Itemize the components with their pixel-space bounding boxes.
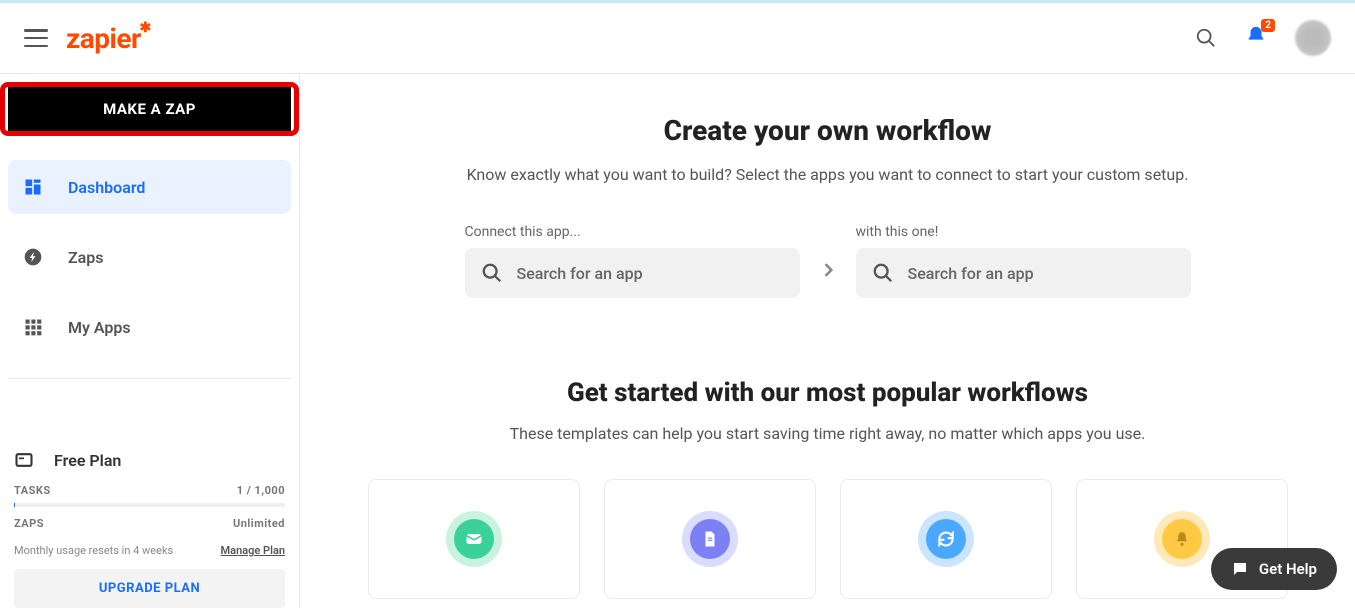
upgrade-plan-button[interactable]: UPGRADE PLAN [14, 569, 285, 608]
sidebar-item-label: My Apps [68, 318, 131, 337]
plan-icon [14, 450, 34, 470]
grid-icon [22, 316, 44, 338]
logo[interactable]: zapier ✱ [66, 22, 141, 55]
sidebar-item-dashboard[interactable]: Dashboard [8, 160, 291, 214]
bell-icon [1162, 519, 1202, 559]
logo-asterisk-icon: ✱ [140, 20, 151, 36]
search-icon[interactable] [1195, 27, 1217, 49]
sidebar-item-label: Zaps [68, 248, 104, 267]
sync-icon [926, 519, 966, 559]
connect-label-2: with this one! [856, 224, 1191, 240]
zaps-label: ZAPS [14, 517, 44, 530]
app-search-2[interactable] [856, 248, 1191, 298]
popular-subtitle: These templates can help you start savin… [340, 424, 1315, 443]
header: zapier ✱ 2 [0, 3, 1355, 74]
reset-text: Monthly usage resets in 4 weeks [14, 544, 173, 557]
make-a-zap-button[interactable]: MAKE A ZAP [8, 82, 291, 136]
template-cards [340, 479, 1315, 599]
chat-icon [1231, 560, 1249, 578]
popular-title: Get started with our most popular workfl… [340, 378, 1315, 408]
plan-section: Free Plan TASKS 1 / 1,000 ZAPS Unlimited… [0, 436, 299, 608]
notifications-button[interactable]: 2 [1245, 25, 1267, 51]
app-search-input-2[interactable] [908, 264, 1175, 283]
get-help-label: Get Help [1259, 560, 1317, 578]
main-content: Create your own workflow Know exactly wh… [300, 74, 1355, 608]
bolt-icon [22, 246, 44, 268]
divider [8, 378, 291, 379]
sidebar: MAKE A ZAP Dashboard Zaps My Apps [0, 74, 300, 608]
chevron-right-icon [818, 260, 838, 284]
avatar[interactable] [1295, 20, 1331, 56]
notification-badge: 2 [1261, 19, 1275, 32]
dashboard-icon [22, 176, 44, 198]
sidebar-item-zaps[interactable]: Zaps [8, 230, 291, 284]
task-progress [14, 503, 285, 507]
zaps-value: Unlimited [233, 517, 285, 530]
template-card[interactable] [604, 479, 816, 599]
app-search-1[interactable] [465, 248, 800, 298]
sidebar-item-my-apps[interactable]: My Apps [8, 300, 291, 354]
mail-icon [454, 519, 494, 559]
template-card[interactable] [368, 479, 580, 599]
logo-text: zapier [66, 22, 141, 55]
connect-apps-row: Connect this app... with this one! [340, 224, 1315, 298]
sidebar-item-label: Dashboard [68, 178, 145, 197]
get-help-button[interactable]: Get Help [1211, 548, 1337, 590]
page-subtitle: Know exactly what you want to build? Sel… [340, 165, 1315, 184]
search-icon [481, 262, 503, 284]
sidebar-nav: Dashboard Zaps My Apps [0, 160, 299, 370]
header-actions: 2 [1195, 20, 1331, 56]
tasks-label: TASKS [14, 484, 51, 497]
search-icon [872, 262, 894, 284]
template-card[interactable] [840, 479, 1052, 599]
connect-label-1: Connect this app... [465, 224, 800, 240]
manage-plan-link[interactable]: Manage Plan [221, 544, 285, 557]
plan-name: Free Plan [54, 451, 121, 470]
app-search-input-1[interactable] [517, 264, 784, 283]
page-title: Create your own workflow [340, 114, 1315, 147]
menu-toggle-icon[interactable] [24, 29, 48, 47]
doc-icon [690, 519, 730, 559]
tasks-value: 1 / 1,000 [237, 484, 285, 497]
